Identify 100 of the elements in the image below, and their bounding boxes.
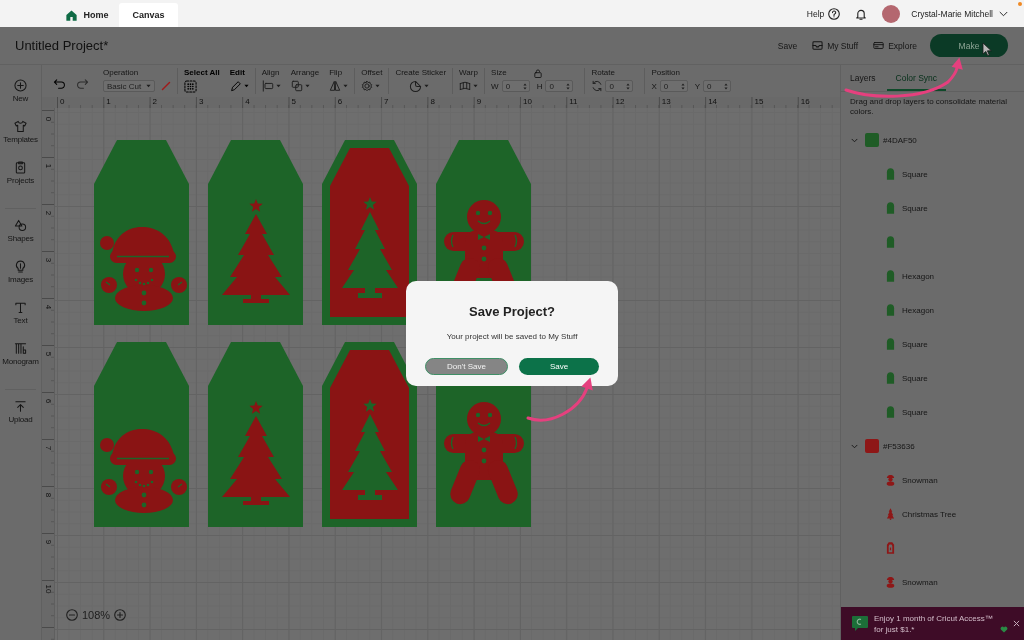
house-icon <box>66 9 78 21</box>
caret-down-icon[interactable] <box>343 84 349 88</box>
zoom-out-icon[interactable] <box>66 609 78 621</box>
panel-tab[interactable]: Layers <box>841 65 885 91</box>
promo-banner[interactable]: Enjoy 1 month of Cricut Access™ for just $1.* <box>841 607 1024 640</box>
bell-icon[interactable] <box>855 7 868 20</box>
stacked-squares-icon[interactable] <box>290 80 303 92</box>
layer-item[interactable]: Square <box>841 191 1024 225</box>
field-prefix: X <box>651 81 657 91</box>
upload-icon <box>14 400 27 413</box>
clipboard-icon <box>14 161 27 174</box>
promo-text: Enjoy 1 month of Cricut Access™ for just $1.* <box>874 612 994 635</box>
layer-item[interactable]: Square <box>841 327 1024 361</box>
ruler-number: 12 <box>615 97 625 107</box>
dialog-message: Your project will be saved to My Stuff <box>446 332 578 342</box>
app-tab[interactable]: Canvas <box>119 3 178 27</box>
spinner-icon[interactable] <box>522 82 527 90</box>
spinner-icon[interactable] <box>566 82 571 90</box>
ruler-number: 6 <box>337 97 343 107</box>
caret-down-icon[interactable] <box>473 84 479 88</box>
ruler-number: 1 <box>43 163 53 169</box>
layer-item[interactable]: Snowman <box>841 565 1024 599</box>
caret-down-icon[interactable] <box>424 84 430 88</box>
sidebar-item[interactable]: Text <box>0 299 41 340</box>
tag-icon <box>886 338 895 350</box>
save-button[interactable]: Save <box>519 358 599 375</box>
tool-label: Edit <box>229 68 245 78</box>
app-tab[interactable]: Home <box>58 3 117 27</box>
shapes-icon <box>14 219 27 232</box>
ruler-number: 6 <box>43 398 53 404</box>
caret-down-icon[interactable] <box>375 84 381 88</box>
ruler-number: 15 <box>754 97 764 107</box>
spinner-icon[interactable] <box>626 82 631 90</box>
plus-circle-icon <box>14 79 27 92</box>
tool-label: Size <box>491 68 507 78</box>
layer-item[interactable]: Square <box>841 361 1024 395</box>
snowman-icon <box>886 474 895 486</box>
avatar[interactable] <box>882 4 901 23</box>
padlock-icon[interactable] <box>534 68 543 78</box>
layer-item[interactable]: Hexagon <box>841 259 1024 293</box>
ruler-number: 2 <box>43 210 53 216</box>
make-button[interactable]: Make <box>930 34 1008 57</box>
dont-save-button[interactable]: Don't Save <box>425 358 508 375</box>
panel-tab[interactable]: Color Sync <box>886 65 947 91</box>
caret-down-icon[interactable] <box>146 84 151 88</box>
sticker-icon[interactable] <box>409 79 423 93</box>
sidebar-item[interactable]: Upload <box>0 398 41 439</box>
color-hex-label: #4DAF50 <box>883 135 917 145</box>
snowman-icon <box>886 576 895 588</box>
dialog-title: Save Project? <box>469 304 555 320</box>
pencil-icon[interactable] <box>229 80 242 92</box>
close-icon[interactable] <box>1013 620 1020 627</box>
help-button[interactable]: Help <box>806 7 841 20</box>
layer-item[interactable]: Square <box>841 157 1024 191</box>
ruler-number: 0 <box>60 97 65 107</box>
ruler-number: 10 <box>43 584 53 594</box>
tool-label: Rotate <box>591 68 615 78</box>
ruler-number: 3 <box>43 257 53 263</box>
align-icon[interactable] <box>261 80 274 92</box>
sidebar-item[interactable]: New <box>0 77 41 118</box>
tool-label: Offset <box>361 68 383 78</box>
color-swatch[interactable] <box>865 133 879 147</box>
ruler-number: 13 <box>661 97 671 107</box>
zoom-in-icon[interactable] <box>114 609 127 621</box>
tool-label: Create Sticker <box>395 68 447 78</box>
ruler-number: 10 <box>522 97 532 107</box>
undo-icon[interactable] <box>53 76 66 90</box>
layer-item[interactable]: Hexagon <box>841 293 1024 327</box>
rotate-icon[interactable] <box>591 80 604 92</box>
save-link[interactable]: Save <box>777 40 798 51</box>
field-prefix: W <box>491 81 499 91</box>
card-icon <box>873 40 885 51</box>
caret-down-icon[interactable] <box>304 84 310 88</box>
color-swatch[interactable] <box>865 439 879 453</box>
explore-link[interactable]: Explore <box>873 40 917 51</box>
tool-label: Operation <box>103 68 139 78</box>
sidebar-item[interactable]: Projects <box>0 159 41 200</box>
select-all-icon[interactable] <box>184 79 197 93</box>
layer-item[interactable]: Christmas Tree <box>841 497 1024 531</box>
zoom-level: 108% <box>82 609 111 621</box>
sidebar-item[interactable]: Monogram <box>0 340 41 381</box>
flip-icon[interactable] <box>329 80 342 92</box>
caret-down-icon[interactable] <box>275 84 281 88</box>
warp-grid-icon[interactable] <box>459 80 472 92</box>
caret-down-icon[interactable] <box>243 84 249 88</box>
spinner-icon[interactable] <box>724 82 729 90</box>
annotation-arrow <box>526 377 593 422</box>
chevron-down-icon[interactable] <box>851 137 858 143</box>
spinner-icon[interactable] <box>680 82 685 90</box>
sidebar-item[interactable]: Images <box>0 258 41 299</box>
chevron-down-icon[interactable] <box>851 443 858 449</box>
ruler-number: 0 <box>43 116 53 122</box>
line-swatch-icon[interactable] <box>161 81 171 91</box>
layer-item[interactable]: Snowman <box>841 463 1024 497</box>
my-stuff-link[interactable]: My Stuff <box>812 40 859 51</box>
sidebar-item[interactable]: Shapes <box>0 217 41 258</box>
account-menu[interactable]: Crystal-Marie Mitchell <box>911 8 1008 19</box>
sidebar-item[interactable]: Templates <box>0 118 41 159</box>
field-prefix: H <box>536 81 543 91</box>
layer-item[interactable]: Square <box>841 395 1024 429</box>
